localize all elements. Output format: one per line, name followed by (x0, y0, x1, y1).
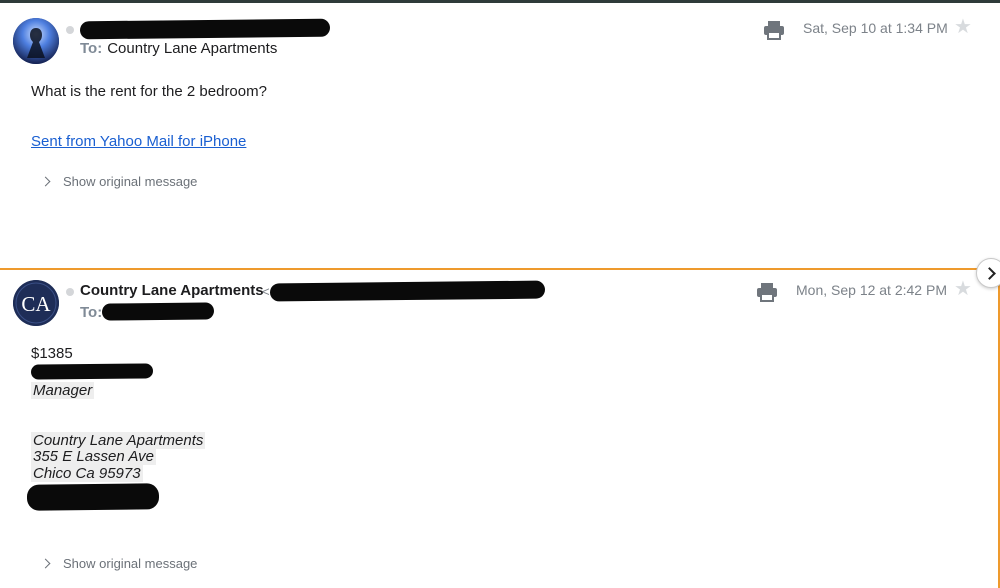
star-icon[interactable]: ★ (954, 17, 972, 37)
show-original-label: Show original message (63, 556, 198, 571)
avatar-image (13, 18, 59, 64)
redacted-sender (79, 18, 331, 40)
chevron-right-icon (40, 176, 51, 187)
yahoo-mail-link[interactable]: Sent from Yahoo Mail for iPhone (31, 133, 246, 150)
chevron-right-icon (983, 266, 996, 280)
redacted-sender-email (269, 280, 546, 302)
signature-company: Country Lane Apartments (31, 432, 206, 449)
signature-title: Manager (31, 382, 95, 399)
message-date: Mon, Sep 12 at 2:42 PM (796, 282, 947, 298)
unread-dot (66, 288, 74, 296)
signature-street-text: 355 E Lassen Ave (31, 448, 156, 465)
message-date: Sat, Sep 10 at 1:34 PM (803, 20, 948, 36)
recipient-name[interactable]: Country Lane Apartments (107, 40, 277, 57)
signature-city: Chico Ca 95973 (31, 465, 143, 482)
show-original-label: Show original message (63, 174, 198, 189)
avatar-logo: CA (13, 280, 59, 326)
signature-title-text: Manager (31, 382, 95, 399)
show-original-button[interactable]: Show original message (40, 174, 197, 189)
show-original-button[interactable]: Show original message (40, 556, 197, 571)
sender-email-bracket: < (262, 284, 270, 299)
signature-street: 355 E Lassen Ave (31, 448, 156, 465)
sender-avatar[interactable]: CA (13, 280, 59, 326)
chevron-right-icon (40, 558, 51, 569)
signature-city-text: Chico Ca 95973 (31, 465, 143, 482)
message-body: What is the rent for the 2 bedroom? (31, 83, 267, 100)
printer-icon[interactable] (756, 282, 778, 302)
redacted-signature-phone (26, 483, 160, 511)
sender-name[interactable]: Country Lane Apartments (80, 282, 264, 299)
sender-avatar[interactable] (13, 18, 59, 64)
next-message-button[interactable] (976, 258, 1000, 288)
to-label: To: (80, 304, 103, 321)
redacted-recipient (101, 302, 215, 321)
email-message-2[interactable]: CA Country Lane Apartments < To: Mon, Se… (0, 268, 1000, 588)
email-message-1[interactable]: To: Country Lane Apartments Sat, Sep 10 a… (0, 3, 1000, 269)
printer-icon[interactable] (763, 20, 785, 40)
recipient-row: To: Country Lane Apartments (80, 40, 277, 57)
signature-company-text: Country Lane Apartments (31, 432, 206, 449)
to-label: To: (80, 40, 103, 57)
unread-dot (66, 26, 74, 34)
star-icon[interactable]: ★ (954, 279, 972, 299)
redacted-signature-name (30, 363, 154, 380)
message-body: $1385 (31, 345, 73, 362)
avatar-initials: CA (21, 292, 51, 316)
